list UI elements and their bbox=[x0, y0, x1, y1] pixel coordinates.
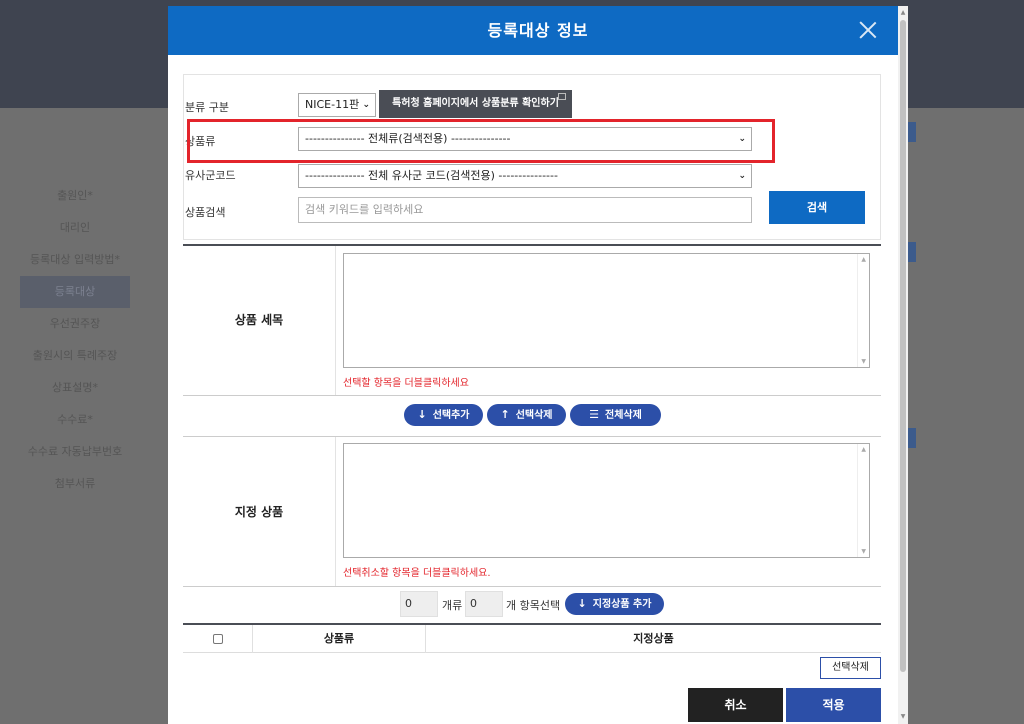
select-all-checkbox[interactable] bbox=[212, 634, 223, 644]
scroll-down-icon[interactable]: ▼ bbox=[861, 358, 866, 365]
column-header-designated: 지정상품 bbox=[633, 632, 674, 645]
modal-header: 등록대상 정보 bbox=[168, 6, 908, 55]
modal-title: 등록대상 정보 bbox=[487, 21, 589, 40]
register-target-modal: 등록대상 정보 ▲ ▼ 분류 구분 NICE-11판 ⌄ 특허청 홈페이지에서 … bbox=[168, 6, 908, 724]
chevron-down-icon: ⌄ bbox=[738, 171, 746, 181]
chevron-down-icon: ⌄ bbox=[362, 100, 370, 110]
patent-site-button[interactable]: 특허청 홈페이지에서 상품분류 확인하기 bbox=[379, 90, 572, 118]
remove-selected-button[interactable]: ↑ 선택삭제 bbox=[487, 404, 566, 426]
close-icon[interactable] bbox=[858, 20, 878, 40]
external-link-icon bbox=[558, 93, 566, 100]
product-detail-listbox[interactable]: ▲ ▼ bbox=[343, 253, 870, 368]
background-sidebar-item: 등록대상 bbox=[20, 276, 130, 308]
product-detail-hint: 선택할 항목을 더블클릭하세요 bbox=[343, 378, 469, 389]
add-selected-button[interactable]: ↓ 선택추가 bbox=[404, 404, 483, 426]
patent-site-button-label: 특허청 홈페이지에서 상품분류 확인하기 bbox=[392, 98, 559, 109]
listbox-scrollbar[interactable]: ▲ ▼ bbox=[857, 254, 869, 367]
class-count-unit: 개류 bbox=[442, 599, 463, 612]
arrow-up-icon: ↑ bbox=[500, 408, 510, 421]
arrow-down-icon: ↓ bbox=[417, 408, 427, 421]
scroll-up-icon[interactable]: ▲ bbox=[899, 8, 907, 18]
column-header-class: 상품류 bbox=[253, 625, 426, 653]
similar-group-label: 유사군코드 bbox=[185, 169, 236, 182]
designated-hint: 선택취소할 항목을 더블클릭하세요. bbox=[343, 568, 491, 579]
product-detail-label: 상품 세목 bbox=[183, 246, 336, 395]
background-sidebar-item: 첨부서류 bbox=[54, 477, 96, 490]
scroll-down-icon[interactable]: ▼ bbox=[899, 712, 907, 722]
modal-scrollbar[interactable]: ▲ ▼ bbox=[898, 6, 908, 724]
delete-selected-button[interactable]: 선택삭제 bbox=[820, 657, 881, 679]
apply-button[interactable]: 적용 bbox=[786, 688, 881, 722]
background-sidebar-item: 출원시의 특례주장 bbox=[32, 349, 118, 362]
scroll-up-icon[interactable]: ▲ bbox=[861, 446, 866, 453]
list-icon: ☰ bbox=[589, 408, 600, 421]
background-sidebar-item: 출원인* bbox=[57, 189, 93, 202]
background-sidebar-item: 대리인 bbox=[59, 221, 91, 234]
listbox-scrollbar[interactable]: ▲ ▼ bbox=[857, 444, 869, 557]
background-sidebar-item: 등록대상 입력방법* bbox=[30, 253, 120, 266]
search-button[interactable]: 검색 bbox=[769, 191, 865, 224]
scroll-up-icon[interactable]: ▲ bbox=[861, 256, 866, 263]
scroll-down-icon[interactable]: ▼ bbox=[861, 548, 866, 555]
item-count-unit: 개 항목선택 bbox=[506, 599, 561, 612]
remove-selected-label: 선택삭제 bbox=[515, 410, 553, 421]
remove-all-label: 전체삭제 bbox=[605, 410, 642, 421]
designated-label: 지정 상품 bbox=[183, 437, 336, 587]
add-selected-label: 선택추가 bbox=[432, 410, 470, 421]
cancel-button[interactable]: 취소 bbox=[688, 688, 783, 722]
add-designated-button[interactable]: ↓ 지정상품 추가 bbox=[565, 593, 664, 615]
arrow-down-icon: ↓ bbox=[577, 597, 587, 610]
background-sidebar-item: 수수료* bbox=[57, 413, 93, 426]
background-sidebar-item: 우선권주장 bbox=[49, 317, 101, 330]
class-type-label: 분류 구분 bbox=[185, 101, 229, 114]
highlight-box bbox=[187, 119, 775, 163]
similar-group-value: --------------- 전체 유사군 코드(검색전용) --------… bbox=[305, 169, 558, 182]
class-type-select[interactable]: NICE-11판 ⌄ bbox=[298, 93, 376, 117]
product-search-input[interactable]: 검색 키워드를 입력하세요 bbox=[298, 197, 752, 223]
select-all-cell bbox=[183, 625, 253, 653]
designated-grid-header: 상품류 지정상품 bbox=[183, 623, 881, 653]
class-type-value: NICE-11판 bbox=[305, 98, 360, 111]
background-sidebar: 출원인* 대리인등록대상 입력방법* 등록대상우선권주장출원시의 특례주장상표설명*… bbox=[20, 180, 130, 500]
item-count-field[interactable]: 0 bbox=[465, 591, 503, 617]
background-sidebar-item: 수수료 자동납부번호 bbox=[27, 445, 123, 458]
product-search-label: 상품검색 bbox=[185, 206, 226, 219]
section-divider bbox=[183, 586, 881, 587]
similar-group-select[interactable]: --------------- 전체 유사군 코드(검색전용) --------… bbox=[298, 164, 752, 188]
background-sidebar-item: 상표설명* bbox=[52, 381, 98, 394]
class-count-field[interactable]: 0 bbox=[400, 591, 438, 617]
scroll-thumb[interactable] bbox=[900, 20, 906, 672]
remove-all-button[interactable]: ☰ 전체삭제 bbox=[570, 404, 661, 426]
add-designated-label: 지정상품 추가 bbox=[592, 599, 652, 610]
designated-listbox[interactable]: ▲ ▼ bbox=[343, 443, 870, 558]
